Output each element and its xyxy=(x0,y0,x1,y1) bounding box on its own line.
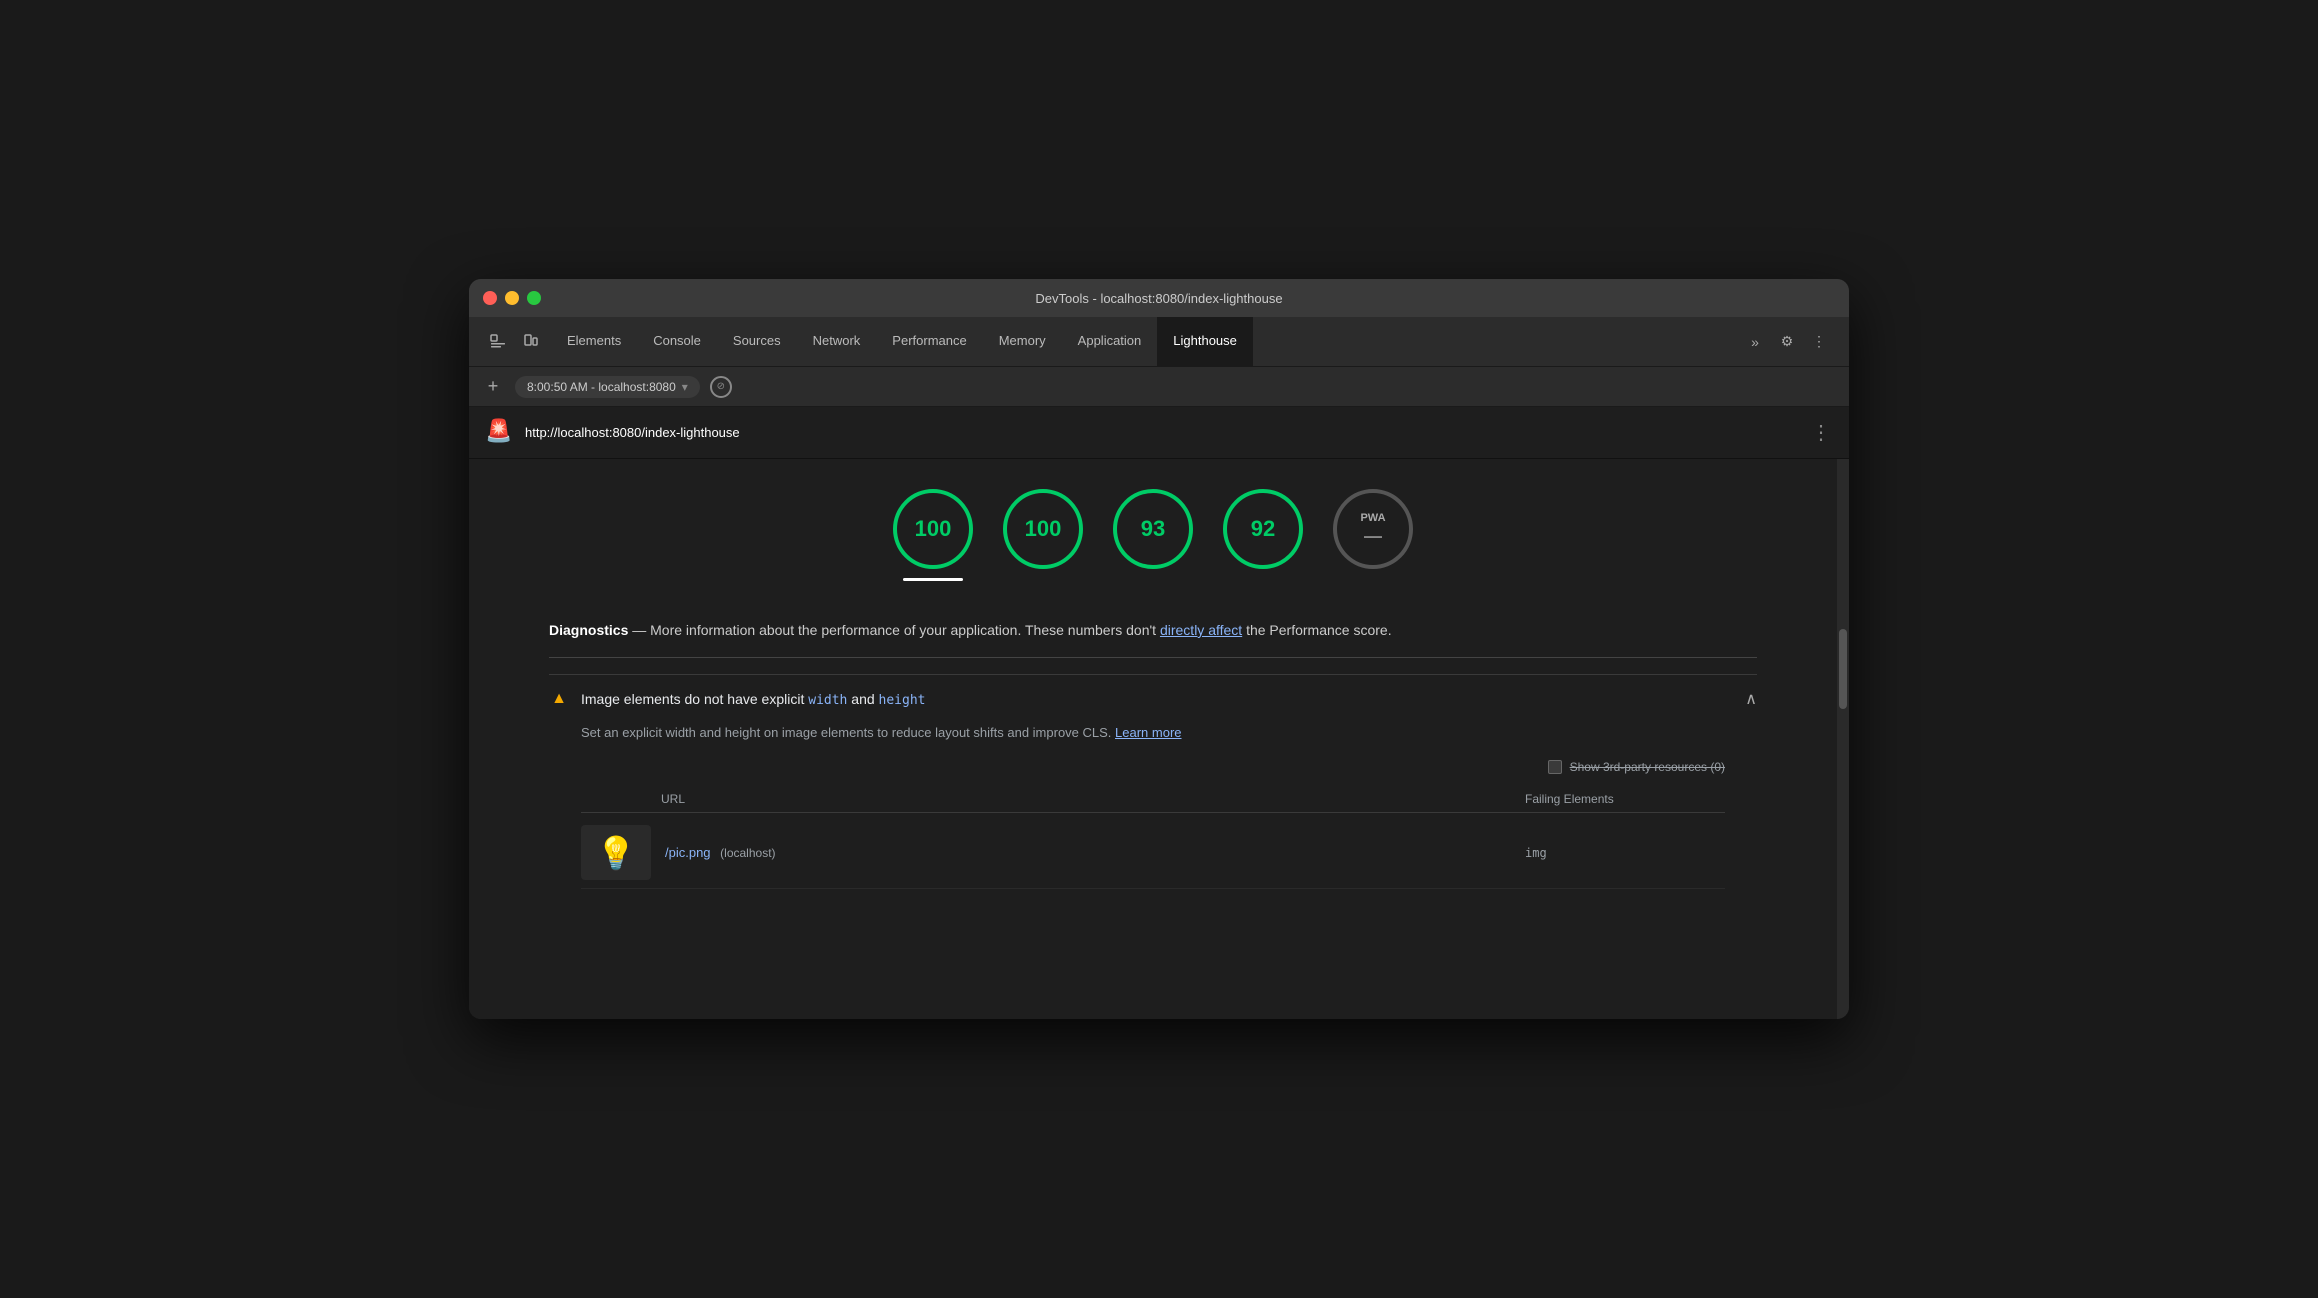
divider xyxy=(549,657,1757,658)
table-row: 💡 /pic.png (localhost) img xyxy=(581,817,1725,889)
learn-more-link[interactable]: Learn more xyxy=(1115,725,1181,740)
more-options-button[interactable]: ⋮ xyxy=(1805,328,1833,356)
lighthouse-more-button[interactable]: ⋮ xyxy=(1811,420,1833,445)
checkbox-icon[interactable] xyxy=(1548,760,1562,774)
main-area: 100 100 93 92 PWA — Diagnost xyxy=(469,459,1849,1019)
lighthouse-panel: 100 100 93 92 PWA — Diagnost xyxy=(469,459,1837,1019)
audit-body: Set an explicit width and height on imag… xyxy=(549,723,1757,909)
col-failing-header: Failing Elements xyxy=(1525,792,1725,806)
traffic-lights xyxy=(483,291,541,305)
audit-title: Image elements do not have explicit widt… xyxy=(581,691,1733,708)
warning-triangle-icon: ▲ xyxy=(549,689,569,709)
third-party-row: Show 3rd-party resources (0) xyxy=(581,760,1725,774)
tab-bar-actions: » ⚙ ⋮ xyxy=(1733,317,1841,366)
tab-network[interactable]: Network xyxy=(797,317,877,366)
url-link[interactable]: /pic.png xyxy=(665,845,711,860)
address-chevron-icon: ▾ xyxy=(682,380,688,394)
audit-header[interactable]: ▲ Image elements do not have explicit wi… xyxy=(549,675,1757,723)
tab-memory[interactable]: Memory xyxy=(983,317,1062,366)
more-tabs-button[interactable]: » xyxy=(1741,328,1769,356)
width-code: width xyxy=(808,693,847,708)
diagnostics-section: Diagnostics — More information about the… xyxy=(469,599,1837,929)
devtools-icons xyxy=(477,317,551,366)
window-title: DevTools - localhost:8080/index-lighthou… xyxy=(1035,291,1282,306)
image-thumbnail: 💡 xyxy=(581,825,651,880)
address-pill[interactable]: 8:00:50 AM - localhost:8080 ▾ xyxy=(515,376,700,398)
lighthouse-logo-icon: 🚨 xyxy=(485,418,515,448)
diagnostics-heading: Diagnostics xyxy=(549,622,628,638)
tab-lighthouse[interactable]: Lighthouse xyxy=(1157,317,1253,366)
score-best-practices[interactable]: 93 xyxy=(1113,489,1193,569)
score-seo[interactable]: 92 xyxy=(1223,489,1303,569)
row-failing: img xyxy=(1525,846,1725,860)
device-icon[interactable] xyxy=(517,329,543,355)
tabs: Elements Console Sources Network Perform… xyxy=(551,317,1733,366)
maximize-button[interactable] xyxy=(527,291,541,305)
scores-row: 100 100 93 92 PWA — xyxy=(469,479,1837,579)
inspector-icon[interactable] xyxy=(485,329,511,355)
lighthouse-url-bar: 🚨 http://localhost:8080/index-lighthouse… xyxy=(469,407,1849,459)
height-code: height xyxy=(879,693,926,708)
settings-button[interactable]: ⚙ xyxy=(1773,328,1801,356)
diagnostics-link[interactable]: directly affect xyxy=(1160,622,1242,638)
score-performance[interactable]: 100 xyxy=(893,489,973,569)
tab-sources[interactable]: Sources xyxy=(717,317,797,366)
audit-description: Set an explicit width and height on imag… xyxy=(581,723,1725,744)
minimize-button[interactable] xyxy=(505,291,519,305)
address-bar-row: + 8:00:50 AM - localhost:8080 ▾ ⊘ xyxy=(469,367,1849,407)
url-host: (localhost) xyxy=(720,846,775,860)
devtools-window: DevTools - localhost:8080/index-lighthou… xyxy=(469,279,1849,1019)
diagnostics-desc1: — More information about the performance… xyxy=(632,622,1160,638)
third-party-label: Show 3rd-party resources (0) xyxy=(1570,760,1725,774)
collapse-chevron-icon[interactable]: ∧ xyxy=(1745,689,1757,709)
new-tab-button[interactable]: + xyxy=(481,375,505,399)
diagnostics-desc2: the Performance score. xyxy=(1246,622,1392,638)
close-button[interactable] xyxy=(483,291,497,305)
scrollbar-thumb[interactable] xyxy=(1839,629,1847,709)
row-url: /pic.png (localhost) xyxy=(665,845,1525,860)
lighthouse-url: http://localhost:8080/index-lighthouse xyxy=(525,425,1811,440)
score-accessibility[interactable]: 100 xyxy=(1003,489,1083,569)
scrollbar-track[interactable] xyxy=(1837,459,1849,1019)
stop-reload-button[interactable]: ⊘ xyxy=(710,376,732,398)
lightbulb-icon: 💡 xyxy=(596,834,636,872)
tab-console[interactable]: Console xyxy=(637,317,717,366)
address-time: 8:00:50 AM - localhost:8080 xyxy=(527,380,676,394)
audit-table: URL Failing Elements 💡 /pic.png (localho… xyxy=(581,786,1725,889)
score-pwa[interactable]: PWA — xyxy=(1333,489,1413,569)
title-bar: DevTools - localhost:8080/index-lighthou… xyxy=(469,279,1849,317)
tab-bar: Elements Console Sources Network Perform… xyxy=(469,317,1849,367)
audit-row: ▲ Image elements do not have explicit wi… xyxy=(549,674,1757,909)
third-party-checkbox[interactable]: Show 3rd-party resources (0) xyxy=(1548,760,1725,774)
table-header: URL Failing Elements xyxy=(581,786,1725,813)
diagnostics-header: Diagnostics — More information about the… xyxy=(549,619,1757,641)
col-url-header: URL xyxy=(581,792,1525,806)
tab-application[interactable]: Application xyxy=(1062,317,1158,366)
tab-performance[interactable]: Performance xyxy=(876,317,982,366)
tab-elements[interactable]: Elements xyxy=(551,317,637,366)
